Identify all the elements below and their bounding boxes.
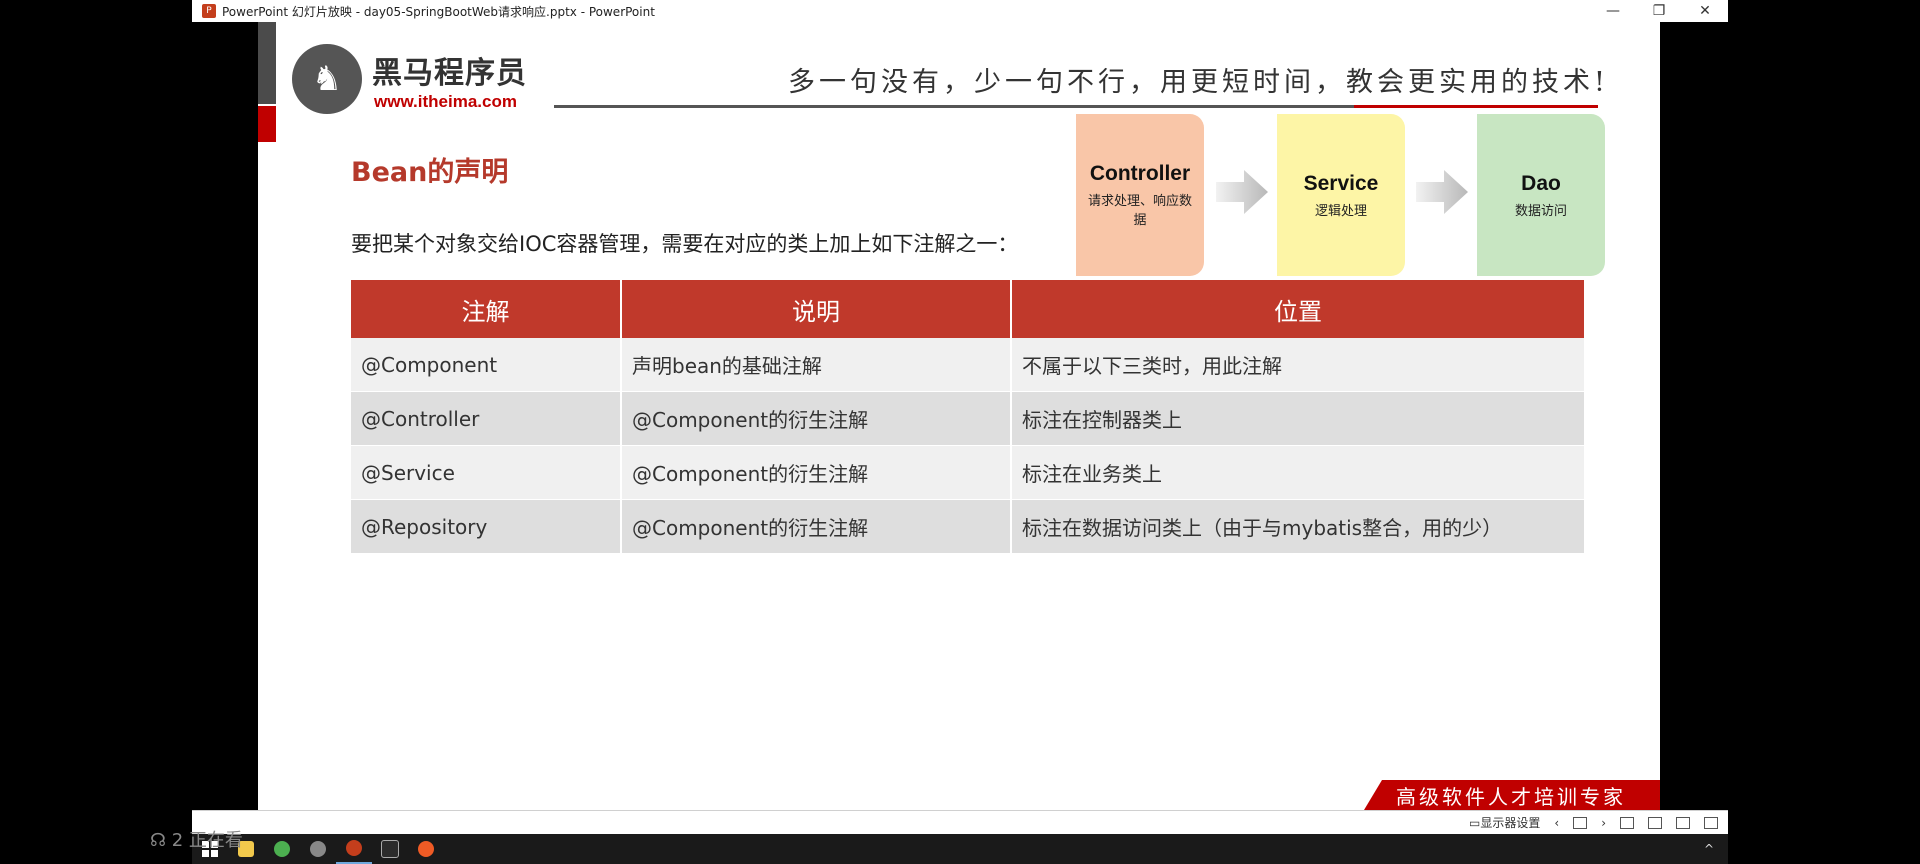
slide-canvas: ♞ 黑马程序员 www.itheima.com 多一句没有，少一句不行，用更短时… xyxy=(258,22,1660,810)
flow-box-title: Controller xyxy=(1089,162,1191,185)
flow-box-desc: 请求处理、响应数据 xyxy=(1087,194,1192,228)
taskbar-postman[interactable] xyxy=(408,834,444,864)
window-titlebar: P PowerPoint 幻灯片放映 - day05-SpringBootWeb… xyxy=(192,0,1728,22)
taskbar-powerpoint[interactable] xyxy=(336,834,372,864)
table-cell: 标注在控制器类上 xyxy=(1011,391,1584,446)
slide-decor-bar xyxy=(258,22,276,104)
display-settings-button[interactable]: ▭ 显示器设置 xyxy=(1469,814,1540,831)
table-cell: @Component的衍生注解 xyxy=(621,391,1012,446)
powerpoint-app-icon: P xyxy=(202,4,216,18)
table-cell: @Repository xyxy=(351,499,622,554)
slideshow-statusbar: ▭ 显示器设置 ‹ › xyxy=(192,810,1728,834)
table-row: @Service @Component的衍生注解 标注在业务类上 xyxy=(351,445,1584,500)
flow-box-title: Service xyxy=(1303,171,1379,195)
app-icon xyxy=(310,841,326,857)
flow-box-dao: Dao 数据访问 xyxy=(1477,114,1605,276)
table-cell: 标注在业务类上 xyxy=(1011,445,1584,500)
taskbar-intellij[interactable] xyxy=(372,834,408,864)
table-cell: @Service xyxy=(351,445,622,500)
flow-box-desc: 数据访问 xyxy=(1514,203,1567,219)
flow-box-title: Dao xyxy=(1521,171,1561,195)
table-cell: @Component xyxy=(351,338,622,392)
monitor-icon: ▭ xyxy=(1469,815,1481,830)
minimize-button[interactable]: — xyxy=(1590,0,1636,22)
viewer-count-overlay: ☊ 2 正在看 xyxy=(150,826,243,852)
footer-banner: 高级软件人才培训专家 xyxy=(1364,780,1660,810)
chrome-icon xyxy=(274,841,290,857)
display-settings-label: 显示器设置 xyxy=(1480,816,1541,830)
arrow-right-icon xyxy=(1216,170,1268,214)
table-cell: @Controller xyxy=(351,391,622,446)
table-cell: 不属于以下三类时，用此注解 xyxy=(1011,338,1584,392)
table-header-cell: 说明 xyxy=(621,280,1012,338)
windows-taskbar: ^ xyxy=(192,834,1728,864)
close-button[interactable]: ✕ xyxy=(1682,0,1728,22)
slide-grid-icon[interactable] xyxy=(1573,816,1588,829)
viewer-count-text: 2 正在看 xyxy=(171,830,243,851)
slide-heading: Bean的声明 xyxy=(351,157,509,188)
slogan: 多一句没有，少一句不行，用更短时间，教会更实用的技术! xyxy=(788,67,1609,98)
flow-box-desc: 逻辑处理 xyxy=(1314,203,1367,219)
prev-slide-button[interactable]: ‹ xyxy=(1554,816,1559,830)
slide-decor-accent xyxy=(258,106,276,142)
flow-box-controller: Controller 请求处理、响应数据 xyxy=(1076,114,1204,276)
table-row: @Component 声明bean的基础注解 不属于以下三类时，用此注解 xyxy=(351,338,1584,392)
restore-button[interactable]: ❐ xyxy=(1636,0,1682,22)
arrow-right-icon xyxy=(1416,170,1468,214)
table-header-cell: 注解 xyxy=(351,280,622,338)
flow-box-service: Service 逻辑处理 xyxy=(1277,114,1405,276)
powerpoint-icon xyxy=(346,840,362,856)
table-cell: 标注在数据访问类上（由于与mybatis整合，用的少） xyxy=(1011,499,1584,554)
slideshow-view-icon[interactable] xyxy=(1704,816,1718,829)
horse-logo-icon: ♞ xyxy=(292,44,362,114)
sorter-view-icon[interactable] xyxy=(1648,816,1662,829)
taskbar-chrome[interactable] xyxy=(264,834,300,864)
next-slide-button[interactable]: › xyxy=(1601,816,1606,830)
reading-view-icon[interactable] xyxy=(1676,816,1690,829)
table-cell: 声明bean的基础注解 xyxy=(621,338,1012,392)
viewers-icon: ☊ xyxy=(150,830,172,851)
intro-text: 要把某个对象交给IOC容器管理，需要在对应的类上加上如下注解之一： xyxy=(351,232,1019,256)
annotation-table: 注解 说明 位置 @Component 声明bean的基础注解 不属于以下三类时… xyxy=(351,280,1584,554)
table-row: @Controller @Component的衍生注解 标注在控制器类上 xyxy=(351,391,1584,446)
table-cell: @Component的衍生注解 xyxy=(621,499,1012,554)
table-cell: @Component的衍生注解 xyxy=(621,445,1012,500)
logo-chinese-text: 黑马程序员 xyxy=(372,56,527,91)
postman-icon xyxy=(418,841,434,857)
table-header-row: 注解 说明 位置 xyxy=(351,280,1584,338)
tray-chevron-up-icon[interactable]: ^ xyxy=(1704,842,1728,856)
brand-logo: ♞ 黑马程序员 www.itheima.com xyxy=(292,42,532,114)
table-header-cell: 位置 xyxy=(1011,280,1584,338)
slogan-underline-accent xyxy=(1354,105,1598,108)
intellij-icon xyxy=(381,840,399,858)
table-row: @Repository @Component的衍生注解 标注在数据访问类上（由于… xyxy=(351,499,1584,554)
logo-url-text: www.itheima.com xyxy=(374,92,517,111)
normal-view-icon[interactable] xyxy=(1620,816,1634,829)
window-title: PowerPoint 幻灯片放映 - day05-SpringBootWeb请求… xyxy=(222,4,655,19)
taskbar-app[interactable] xyxy=(300,834,336,864)
